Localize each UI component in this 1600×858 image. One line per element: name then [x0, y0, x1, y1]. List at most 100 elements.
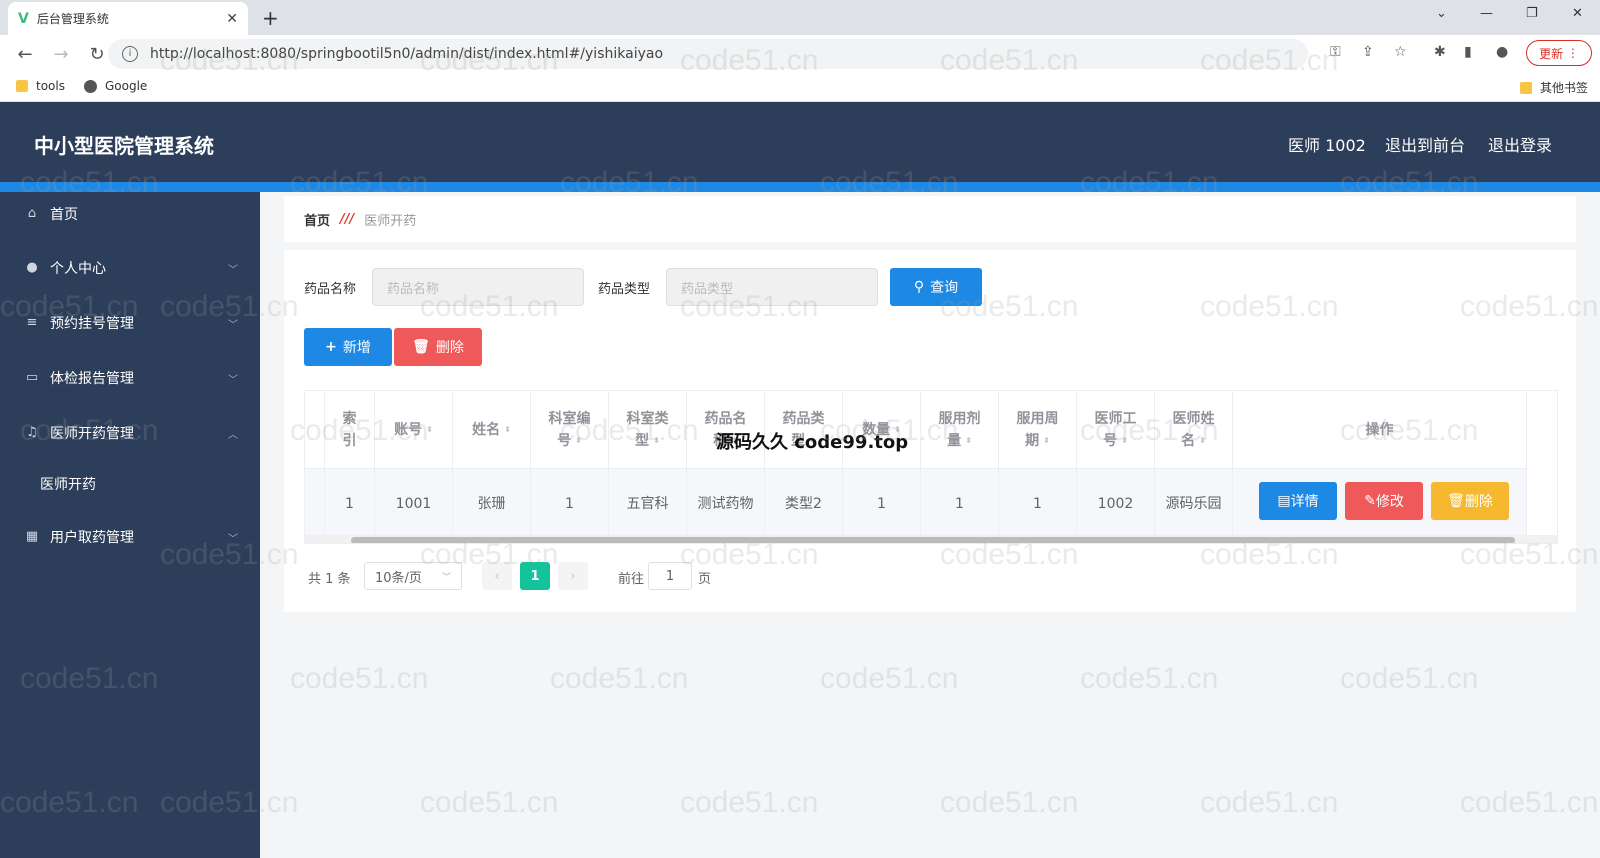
extensions-icon[interactable]: ✱ [1434, 44, 1446, 60]
folder-icon [16, 80, 28, 92]
restore-icon[interactable]: ❐ [1526, 6, 1538, 21]
column-header[interactable]: 账号 ⬍ [375, 391, 453, 469]
side-panel-icon[interactable]: ▮ [1464, 44, 1472, 60]
table-cell: 类型2 [765, 469, 843, 539]
sidebar-item-appointment[interactable]: ≡ 预约挂号管理 ﹀ [0, 303, 260, 343]
browser-chrome: V 后台管理系统 ✕ + ⌄ — ❐ ✕ ← → ↻ i http://loca… [0, 0, 1600, 102]
back-icon[interactable]: ← [14, 44, 36, 65]
list-panel: 药品名称 药品名称 药品类型 药品类型 ⚲ 查询 + 新增 🗑 删除 索引账号 ⬍ 姓名 ⬍… [284, 250, 1576, 612]
site-info-icon[interactable]: i [122, 46, 138, 62]
forward-icon[interactable]: → [50, 44, 72, 65]
table-cell: 1 [999, 469, 1077, 539]
page-suffix: 页 [698, 572, 712, 587]
query-button[interactable]: ⚲ 查询 [890, 268, 982, 306]
sort-caret-icon[interactable]: ⬍ [965, 430, 972, 452]
current-user: 医师 1002 [1288, 136, 1366, 155]
key-icon[interactable]: ⚿ [1330, 44, 1341, 60]
sort-caret-icon[interactable]: ⬍ [1199, 430, 1206, 452]
tab-search-icon[interactable]: ⌄ [1436, 6, 1447, 21]
horizontal-scrollbar[interactable] [305, 535, 1557, 543]
column-header[interactable]: 医师姓名 ⬍ [1155, 391, 1233, 469]
column-header[interactable]: 服用剂量 ⬍ [921, 391, 999, 469]
detail-button[interactable]: ▤ 详情 [1259, 482, 1337, 520]
goto-page-input[interactable]: 1 [648, 562, 692, 590]
logout-link[interactable]: 退出登录 [1488, 132, 1552, 156]
breadcrumb-home[interactable]: 首页 [304, 210, 330, 229]
update-button[interactable]: 更新 ⋮ [1526, 40, 1592, 66]
sidebar: ⌂ 首页 ● 个人中心 ﹀ ≡ 预约挂号管理 ﹀ ▭ 体检报告管理 ﹀ ♫ 医师开药管理 ︿ 医师… [0, 192, 260, 858]
sort-caret-icon[interactable]: ⬍ [426, 419, 433, 441]
batch-delete-button[interactable]: 🗑 删除 [394, 328, 482, 366]
sort-caret-icon[interactable]: ⬍ [1043, 430, 1050, 452]
selection-column[interactable] [305, 391, 325, 469]
share-icon[interactable]: ⇪ [1362, 44, 1374, 60]
sort-caret-icon[interactable]: ⬍ [504, 419, 511, 441]
scrollbar-thumb[interactable] [351, 537, 1515, 543]
column-header-label: 索 [342, 410, 357, 427]
column-header-label: 服用周 [1016, 410, 1059, 427]
sidebar-item-profile[interactable]: ● 个人中心 ﹀ [0, 248, 260, 288]
table-cell: 1 [325, 469, 375, 539]
document-icon: ▤ [1277, 493, 1291, 509]
page-1-button[interactable]: 1 [520, 562, 550, 590]
sidebar-item-pickup[interactable]: ▦ 用户取药管理 ﹀ [0, 517, 260, 557]
column-header[interactable]: 科室编号 ⬍ [531, 391, 609, 469]
browser-tab[interactable]: V 后台管理系统 ✕ [8, 2, 248, 35]
minimize-icon[interactable]: — [1480, 6, 1493, 21]
add-button[interactable]: + 新增 [304, 328, 392, 366]
drug-name-input[interactable]: 药品名称 [372, 268, 584, 306]
chevron-down-icon: ﹀ [441, 572, 451, 583]
new-tab-icon[interactable]: + [262, 6, 279, 30]
sidebar-item-prescription[interactable]: 医师开药 [0, 464, 260, 504]
column-header[interactable]: 服用周期 ⬍ [999, 391, 1077, 469]
sort-caret-icon[interactable]: ⬍ [653, 430, 660, 452]
sort-caret-icon[interactable]: ⬍ [1121, 430, 1128, 452]
address-bar[interactable]: i http://localhost:8080/springbootil5n0/… [108, 39, 1308, 69]
column-header-label: 科室类 [626, 410, 669, 427]
bookmark-google[interactable]: Google [84, 79, 147, 93]
bookmark-tools[interactable]: tools [16, 79, 65, 93]
column-header-label: 药品名 [704, 410, 747, 427]
column-header-label: 型 [635, 432, 650, 449]
selection-cell[interactable] [305, 469, 325, 539]
profile-icon[interactable]: ● [1496, 44, 1508, 60]
table-cell: 1 [531, 469, 609, 539]
breadcrumb-current: 医师开药 [364, 213, 417, 229]
column-header[interactable]: 索引 [325, 391, 375, 469]
table-cell: 1001 [375, 469, 453, 539]
close-window-icon[interactable]: ✕ [1572, 6, 1583, 21]
column-header[interactable]: 科室类型 ⬍ [609, 391, 687, 469]
sort-caret-icon[interactable]: ⬍ [575, 430, 582, 452]
menu-icon: ≡ [26, 315, 38, 330]
bookmark-star-icon[interactable]: ☆ [1394, 44, 1407, 60]
chat-icon: ▭ [25, 370, 39, 385]
prev-page-button[interactable]: ‹ [482, 562, 512, 590]
sidebar-item-prescription-mgmt[interactable]: ♫ 医师开药管理 ︿ [0, 413, 260, 453]
bell-icon: ♫ [26, 425, 38, 440]
column-header[interactable]: 操作 [1233, 391, 1527, 469]
column-header-label: 操作 [1365, 421, 1394, 438]
column-header-label: 名 [1181, 432, 1196, 449]
bookmarks-bar: tools Google 其他书签 [0, 73, 1600, 102]
total-count: 共 1 条 [308, 572, 351, 587]
sidebar-item-home[interactable]: ⌂ 首页 [0, 194, 260, 234]
drug-type-input[interactable]: 药品类型 [666, 268, 878, 306]
row-delete-button[interactable]: 🗑 删除 [1431, 482, 1509, 520]
edit-button[interactable]: ✎ 修改 [1345, 482, 1423, 520]
close-tab-icon[interactable]: ✕ [226, 11, 238, 27]
sidebar-item-report[interactable]: ▭ 体检报告管理 ﹀ [0, 358, 260, 398]
page-size-select[interactable]: 10条/页 ﹀ [364, 562, 462, 590]
column-header-label: 服用剂 [938, 410, 981, 427]
other-bookmarks[interactable]: 其他书签 [1520, 79, 1588, 96]
table-cell: 张珊 [453, 469, 531, 539]
chart-icon: ▦ [25, 529, 39, 544]
tab-bar: V 后台管理系统 ✕ + ⌄ — ❐ ✕ [0, 0, 1600, 35]
column-header-label: 科室编 [548, 410, 591, 427]
table-cell: 测试药物 [687, 469, 765, 539]
next-page-button[interactable]: › [558, 562, 588, 590]
column-header[interactable]: 医师工号 ⬍ [1077, 391, 1155, 469]
search-icon: ⚲ [913, 279, 925, 295]
to-front-link[interactable]: 退出到前台 [1385, 132, 1465, 156]
column-header[interactable]: 姓名 ⬍ [453, 391, 531, 469]
reload-icon[interactable]: ↻ [86, 44, 108, 65]
